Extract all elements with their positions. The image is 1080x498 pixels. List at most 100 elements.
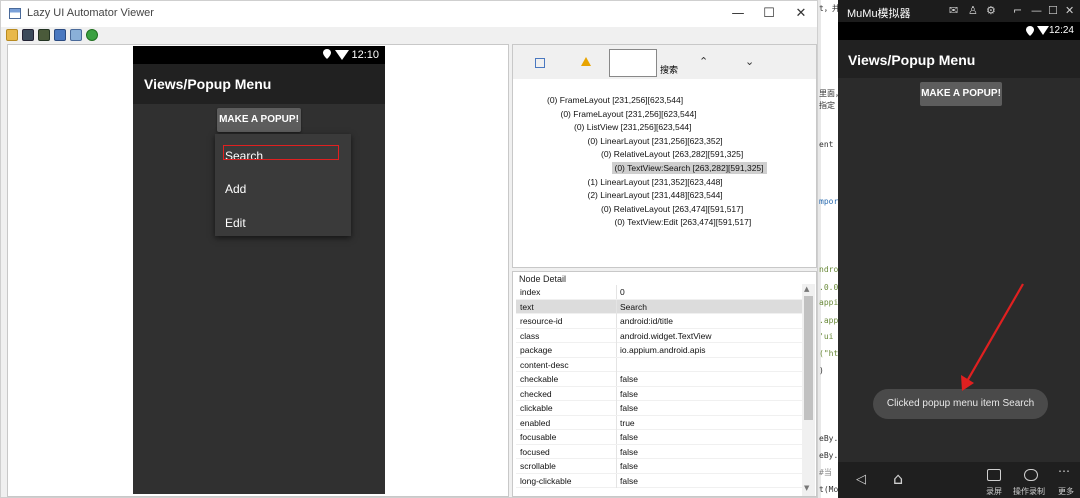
user-icon[interactable]: ♙ [968,4,978,17]
screenshot-icon[interactable] [22,29,34,41]
code-fragment: .0.0 [819,283,838,292]
search-input[interactable] [609,49,657,77]
hierarchy-panel: 搜索 ⌃ ⌄ (0) FrameLayout [231,256][623,544… [512,44,817,268]
tree-node[interactable]: (0) TextView:Search [263,282][591,325] [611,162,767,174]
detail-row-long-clickable[interactable]: long-clickable false [516,473,802,488]
tree-node[interactable]: (0) RelativeLayout [263,282][591,325] [601,149,743,159]
wifi-icon [335,50,349,60]
detail-key: long-clickable [520,475,572,486]
more-label[interactable]: 更多 [1058,486,1074,497]
mail-icon[interactable]: ✉ [949,4,958,17]
detail-row-clickable[interactable]: clickable false [516,401,802,416]
code-fragment: ("ht [819,349,838,358]
code-fragment: .app [819,316,838,325]
detail-row-class[interactable]: class android.widget.TextView [516,328,802,343]
detail-row-package[interactable]: package io.appium.android.apis [516,343,802,358]
code-fragment: eBy. [819,434,838,443]
mumu-emulator-window: MuMu模拟器 ✉ ♙ ⚙ ⌐ — ☐ ✕ 12:24 Views/Popup … [838,0,1080,498]
tree-node[interactable]: (0) FrameLayout [231,256][623,544] [547,95,683,105]
make-popup-button[interactable]: MAKE A POPUP! [217,108,301,132]
location-icon [323,49,331,59]
detail-key: text [520,301,534,312]
toolbar [1,27,817,43]
detail-value: false [620,446,638,457]
export-icon[interactable] [70,29,82,41]
save-icon[interactable] [54,29,66,41]
maximize-button[interactable]: ☐ [755,4,783,24]
home-icon[interactable]: ⌂ [893,469,903,488]
back-icon[interactable]: ◁ [856,472,866,487]
emulator-title-bar[interactable]: MuMu模拟器 ✉ ♙ ⚙ ⌐ — ☐ ✕ [838,0,1080,22]
detail-row-checked[interactable]: checked false [516,386,802,401]
minimize-button[interactable]: — [724,4,752,24]
expand-all-icon[interactable] [535,58,545,68]
detail-value: 0 [620,287,625,297]
minimize-icon[interactable]: — [1031,4,1042,17]
detail-key: scrollable [520,461,556,471]
emulator-app-title: Views/Popup Menu [848,52,976,68]
settings-icon[interactable]: ⚙ [986,4,996,17]
macro-record-icon[interactable] [1024,469,1038,481]
refresh-icon[interactable] [86,29,98,41]
detail-row-text[interactable]: text Search [516,299,802,314]
title-bar[interactable]: Lazy UI Automator Viewer — ☐ ✕ [1,1,817,27]
node-detail-panel: Node Detail index 0 text Search resource-id a… [512,271,817,497]
detail-key: enabled [520,417,551,428]
detail-key: checked [520,388,552,399]
screenshot-compressed-icon[interactable] [38,29,50,41]
search-next-button[interactable]: ⌄ [745,55,754,68]
tree-node[interactable]: (2) LinearLayout [231,448][623,544] [588,190,723,200]
warning-icon[interactable] [581,57,591,66]
tree-node[interactable]: (0) LinearLayout [231,256][623,352] [588,136,723,146]
detail-row-content-desc[interactable]: content-desc [516,357,802,372]
detail-row-focused[interactable]: focused false [516,444,802,459]
detail-row-scrollable[interactable]: scrollable false [516,459,802,474]
emulator-make-popup-button[interactable]: MAKE A POPUP! [920,82,1002,106]
close-button[interactable]: ✕ [787,4,815,24]
emulator-app-bar: Views/Popup Menu [838,40,1080,78]
pin-icon[interactable]: ⌐ [1013,4,1022,17]
detail-value: false [620,374,638,384]
app-window-icon [9,8,21,19]
tree-node[interactable]: (0) FrameLayout [231,256][623,544] [561,109,697,119]
emulator-title: MuMu模拟器 [847,8,911,20]
detail-key: checkable [520,374,559,384]
open-folder-icon[interactable] [6,29,18,41]
detail-value: false [620,388,638,399]
detail-row-index[interactable]: index 0 [516,285,802,300]
detail-value: false [620,475,638,486]
detail-value: false [620,432,638,442]
detail-row-enabled[interactable]: enabled true [516,415,802,430]
detail-value: io.appium.android.apis [620,345,706,355]
detail-key: class [520,330,540,341]
code-fragment: 'ui [819,332,834,341]
menu-item-add[interactable]: Add [225,182,246,196]
tree-node[interactable]: (0) RelativeLayout [263,474][591,517] [601,204,743,214]
detail-row-resource-id[interactable]: resource-id android:id/title [516,314,802,329]
tree-node[interactable]: (0) ListView [231,256][623,544] [574,122,692,132]
code-fragment: ndro [819,265,838,274]
scroll-down-icon[interactable]: ▼ [804,484,809,492]
macro-record-label[interactable]: 操作录制 [1013,486,1045,497]
code-fragment: t，并 [819,4,838,13]
detail-row-checkable[interactable]: checkable false [516,372,802,387]
code-fragment: #当 [819,468,832,477]
status-time: 12:10 [351,49,379,61]
search-prev-button[interactable]: ⌃ [699,55,708,68]
device-screenshot[interactable]: 12:10 Views/Popup Menu MAKE A POPUP! Sea… [133,46,385,494]
menu-item-edit[interactable]: Edit [225,216,246,230]
screen-record-label[interactable]: 录屏 [986,486,1002,497]
screen-record-icon[interactable] [987,469,1001,481]
detail-key: content-desc [520,359,569,370]
code-fragment: ent [819,140,834,149]
more-icon[interactable]: ⋯ [1058,464,1070,478]
tree-node[interactable]: (0) TextView:Edit [263,474][591,517] [615,217,752,227]
scroll-up-icon[interactable]: ▲ [804,285,809,293]
detail-value: Search [620,301,647,312]
detail-scrollbar[interactable]: ▲ ▼ [802,284,815,496]
detail-row-focusable[interactable]: focusable false [516,430,802,445]
tree-node[interactable]: (1) LinearLayout [231,352][623,448] [588,177,723,187]
scroll-thumb[interactable] [804,296,813,420]
maximize-icon[interactable]: ☐ [1048,4,1058,17]
close-icon[interactable]: ✕ [1065,4,1074,17]
